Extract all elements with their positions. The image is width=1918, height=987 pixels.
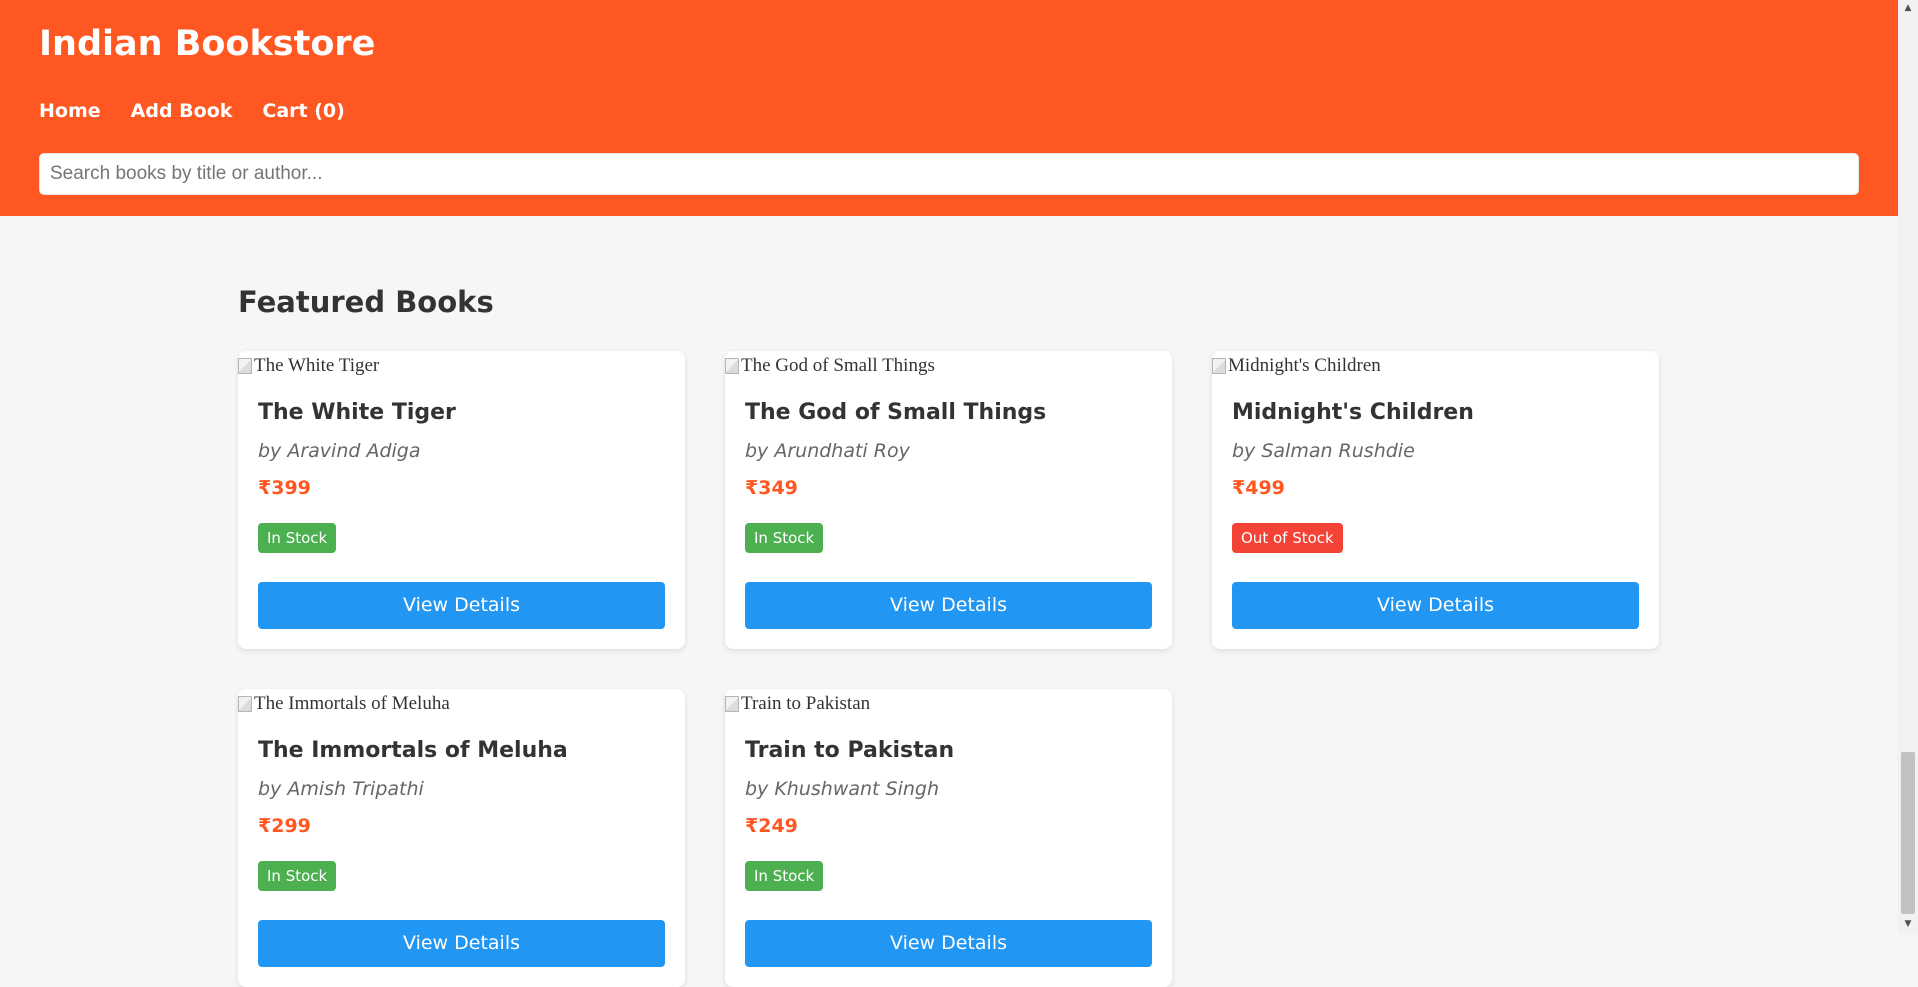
stock-badge: In Stock	[258, 523, 337, 553]
book-author: by Amish Tripathi	[258, 778, 424, 800]
broken-image-icon	[725, 358, 739, 374]
book-cover-image: The White Tiger	[238, 351, 379, 381]
book-card: The White Tiger The White Tiger by Aravi…	[238, 351, 685, 649]
book-author: by Aravind Adiga	[258, 440, 421, 462]
book-author: by Salman Rushdie	[1232, 440, 1415, 462]
section-title: Featured Books	[238, 285, 494, 319]
book-cover-alt-text: The God of Small Things	[741, 355, 935, 376]
book-card: Midnight's Children Midnight's Children …	[1212, 351, 1659, 649]
book-title: The God of Small Things	[745, 400, 1047, 425]
book-price: ₹349	[745, 477, 798, 499]
stock-badge: In Stock	[745, 523, 824, 553]
book-grid: The White Tiger The White Tiger by Aravi…	[238, 351, 1659, 987]
stock-badge: Out of Stock	[1232, 523, 1343, 553]
broken-image-icon	[1212, 358, 1226, 374]
book-title: Train to Pakistan	[745, 738, 955, 763]
scrollbar-thumb[interactable]	[1901, 752, 1915, 914]
book-title: Midnight's Children	[1232, 400, 1474, 425]
book-price: ₹299	[258, 815, 311, 837]
book-card: The God of Small Things The God of Small…	[725, 351, 1172, 649]
book-cover-alt-text: The Immortals of Meluha	[254, 693, 450, 714]
book-title: The Immortals of Meluha	[258, 738, 568, 763]
view-details-button[interactable]: View Details	[1232, 582, 1639, 629]
book-cover-alt-text: Train to Pakistan	[741, 693, 871, 714]
nav-home-link[interactable]: Home	[39, 98, 101, 124]
book-author: by Arundhati Roy	[745, 440, 910, 462]
book-cover-alt-text: Midnight's Children	[1228, 355, 1381, 376]
book-card: The Immortals of Meluha The Immortals of…	[238, 689, 685, 987]
book-price: ₹399	[258, 477, 311, 499]
stock-badge: In Stock	[745, 861, 824, 891]
book-card: Train to Pakistan Train to Pakistan by K…	[725, 689, 1172, 987]
site-header: Indian Bookstore Home Add Book Cart (0)	[0, 0, 1898, 216]
nav-cart-link[interactable]: Cart (0)	[262, 98, 344, 124]
view-details-button[interactable]: View Details	[745, 920, 1152, 967]
vertical-scrollbar[interactable]: ▲ ▼	[1898, 0, 1918, 933]
search-input[interactable]	[39, 153, 1859, 195]
book-author: by Khushwant Singh	[745, 778, 940, 800]
book-price: ₹499	[1232, 477, 1285, 499]
broken-image-icon	[725, 696, 739, 712]
scroll-down-arrow-icon[interactable]: ▼	[1898, 916, 1918, 933]
main-nav: Home Add Book Cart (0)	[39, 98, 345, 124]
scroll-up-arrow-icon[interactable]: ▲	[1898, 0, 1918, 17]
book-cover-image: Train to Pakistan	[725, 689, 870, 719]
view-details-button[interactable]: View Details	[745, 582, 1152, 629]
stock-badge: In Stock	[258, 861, 337, 891]
view-details-button[interactable]: View Details	[258, 920, 665, 967]
broken-image-icon	[238, 358, 252, 374]
broken-image-icon	[238, 696, 252, 712]
site-title: Indian Bookstore	[39, 24, 376, 64]
book-price: ₹249	[745, 815, 798, 837]
book-cover-image: The God of Small Things	[725, 351, 935, 381]
book-cover-alt-text: The White Tiger	[254, 355, 380, 376]
nav-add-book-link[interactable]: Add Book	[131, 98, 233, 124]
view-details-button[interactable]: View Details	[258, 582, 665, 629]
book-cover-image: Midnight's Children	[1212, 351, 1381, 381]
book-title: The White Tiger	[258, 400, 456, 425]
book-cover-image: The Immortals of Meluha	[238, 689, 450, 719]
